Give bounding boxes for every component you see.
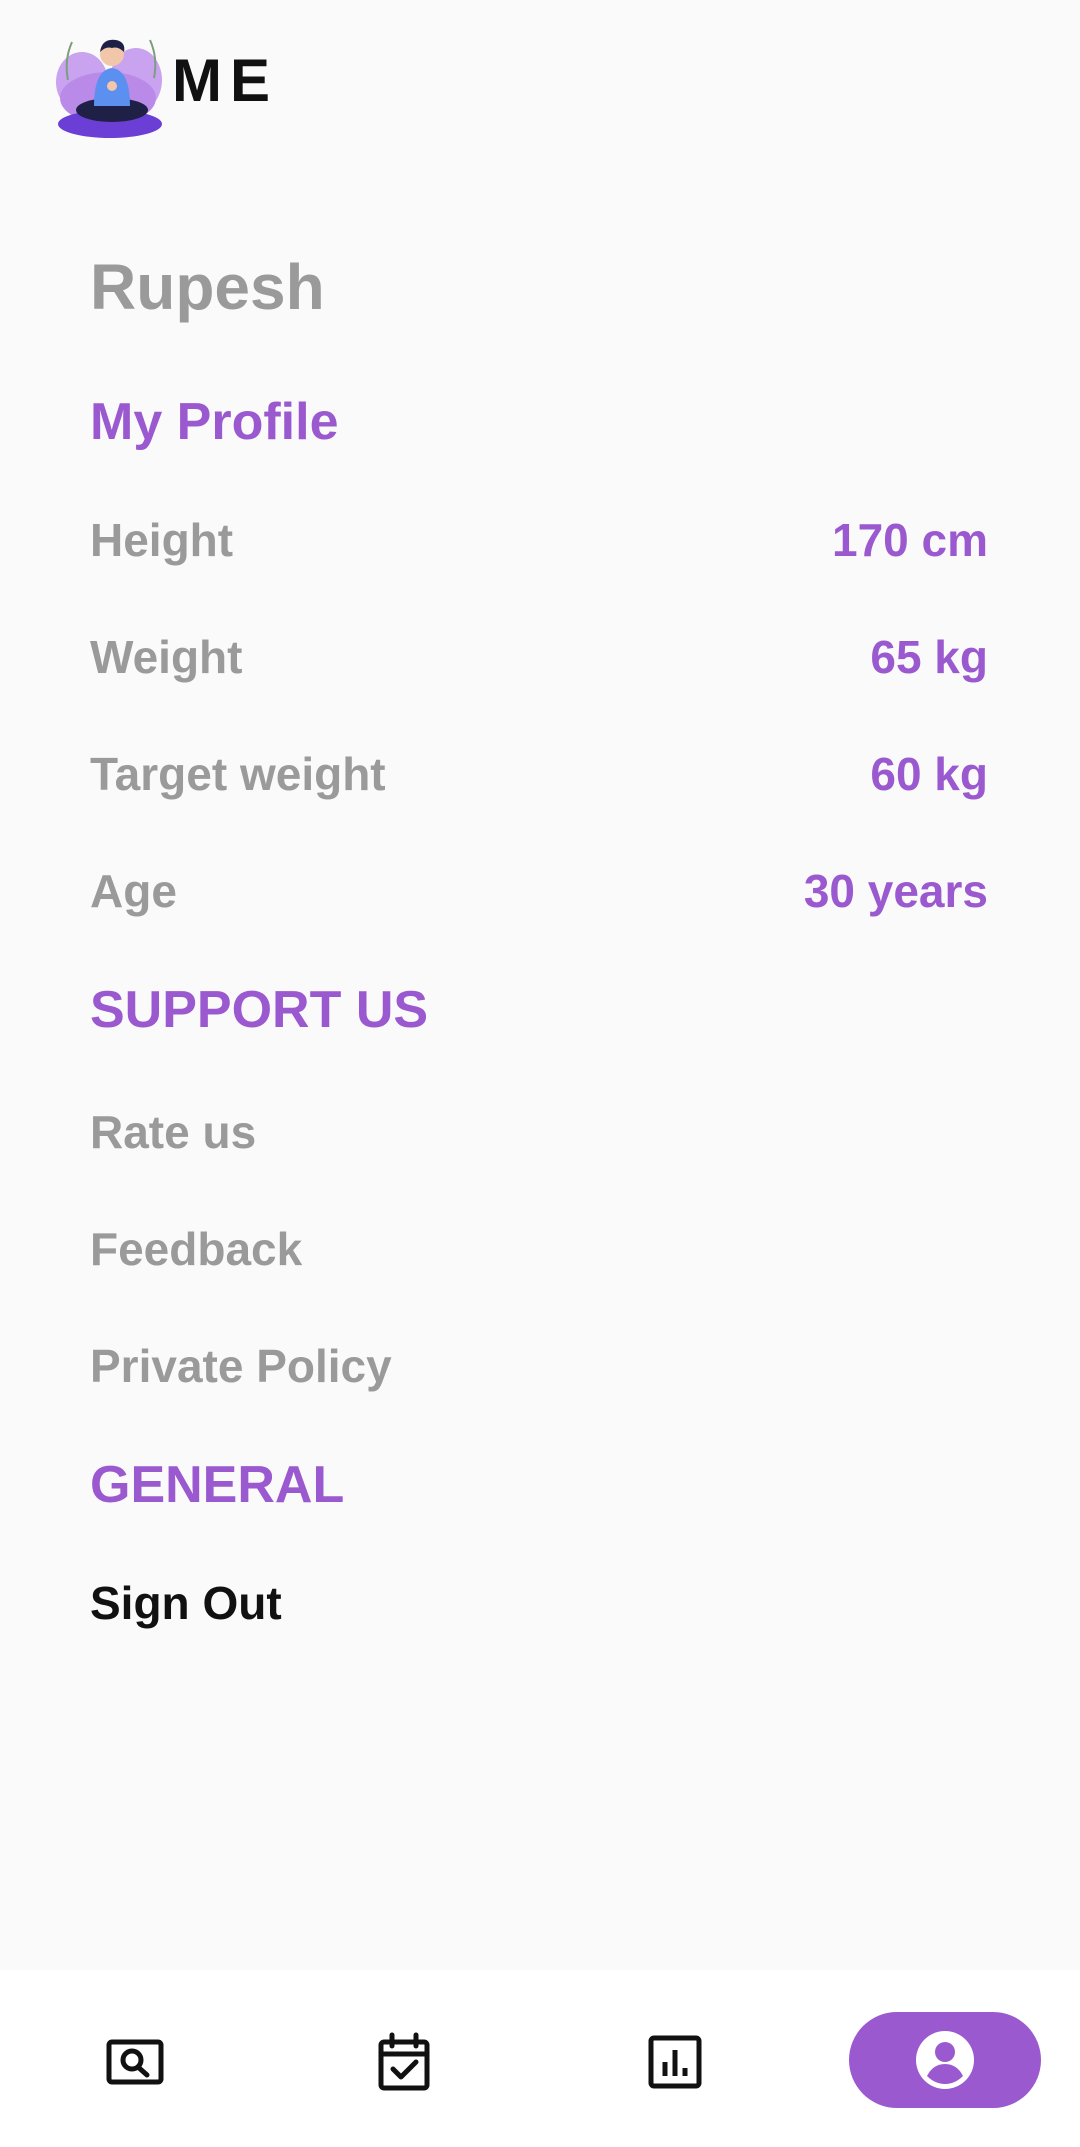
nav-search-button[interactable] xyxy=(85,2012,185,2112)
meditation-avatar-icon xyxy=(56,39,162,138)
row-value: 30 years xyxy=(803,865,988,917)
nav-calendar-button[interactable] xyxy=(354,2012,454,2112)
feedback-link[interactable]: Feedback xyxy=(90,1222,302,1276)
bottom-navigation xyxy=(0,1970,1080,2147)
row-label: Age xyxy=(90,865,177,917)
profile-row-target-weight[interactable]: Target weight 60 kg xyxy=(90,744,988,804)
row-label: Weight xyxy=(90,631,243,683)
section-title-support-us: SUPPORT US xyxy=(90,981,429,1039)
row-value: 170 cm xyxy=(831,514,988,566)
row-label: Height xyxy=(90,514,234,566)
page-title: ME xyxy=(172,46,278,114)
search-icon xyxy=(106,2039,164,2085)
private-policy-link[interactable]: Private Policy xyxy=(90,1339,392,1393)
profile-icon xyxy=(916,2031,974,2089)
profile-row-age[interactable]: Age 30 years xyxy=(90,861,988,921)
row-value: 60 kg xyxy=(870,748,988,800)
row-label: Target weight xyxy=(90,748,386,800)
user-name: Rupesh xyxy=(90,251,325,323)
nav-stats-button[interactable] xyxy=(625,2012,725,2112)
section-title-general: GENERAL xyxy=(90,1456,345,1514)
app-header: ME xyxy=(50,20,278,140)
profile-row-weight[interactable]: Weight 65 kg xyxy=(90,627,988,687)
profile-row-height[interactable]: Height 170 cm xyxy=(90,510,988,570)
calendar-check-icon xyxy=(378,2032,430,2091)
bar-chart-icon xyxy=(648,2035,702,2089)
row-value: 65 kg xyxy=(870,631,988,683)
rate-us-link[interactable]: Rate us xyxy=(90,1105,256,1159)
section-title-my-profile: My Profile xyxy=(90,393,339,451)
sign-out-button[interactable]: Sign Out xyxy=(90,1576,282,1630)
nav-profile-button[interactable] xyxy=(849,2012,1041,2108)
